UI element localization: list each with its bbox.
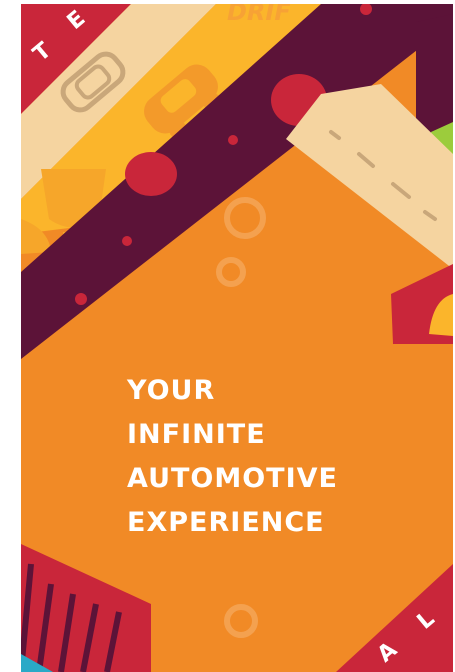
headline-line-1: YOUR (127, 375, 216, 406)
splash-screen: DRIF T E A L YOUR INFINITE AUTOMOTIVE EX… (21, 4, 453, 672)
headline-line-4: EXPERIENCE (127, 507, 325, 538)
drift-banner-text: DRIF (227, 4, 291, 26)
headline-line-2: INFINITE (127, 419, 266, 450)
splash-headline: YOUR INFINITE AUTOMOTIVE EXPERIENCE (127, 369, 427, 545)
background-artwork (21, 4, 453, 672)
headline-line-3: AUTOMOTIVE (127, 463, 338, 494)
